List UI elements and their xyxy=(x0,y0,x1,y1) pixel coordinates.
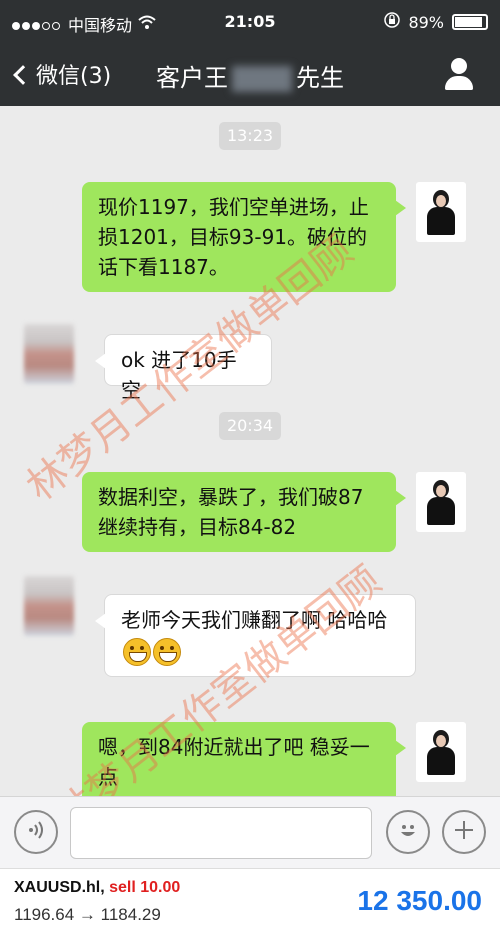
trade-action: sell 10.00 xyxy=(109,879,181,896)
timestamp: 13:23 xyxy=(219,122,281,150)
trade-prices: 1196.64 → 1184.29 xyxy=(14,905,161,924)
message-bubble-outgoing[interactable]: 数据利空，暴跌了，我们破87继续持有，目标84-82 xyxy=(82,472,406,552)
self-avatar[interactable] xyxy=(416,722,466,782)
grin-emoji-icon xyxy=(123,637,151,666)
contact-profile-icon[interactable] xyxy=(444,58,474,90)
plus-icon xyxy=(453,819,475,845)
trade-ticker: XAUUSD.hl, sell 10.00 1196.64 → 1184.29 … xyxy=(0,868,500,936)
trade-profit: 12 350.00 xyxy=(357,885,482,916)
voice-button[interactable] xyxy=(14,810,58,854)
self-avatar[interactable] xyxy=(416,182,466,242)
message-input[interactable] xyxy=(70,807,372,859)
status-bar: 中国移动 21:05 89% xyxy=(0,0,500,44)
battery-group: 89% xyxy=(384,12,488,32)
emoji-icon xyxy=(395,817,421,847)
battery-percent: 89% xyxy=(408,12,444,32)
message-bubble-outgoing[interactable]: 嗯，到84附近就出了吧 稳妥一点 xyxy=(82,722,406,796)
message-bubble-incoming[interactable]: 老师今天我们赚翻了啊 哈哈哈 xyxy=(95,594,416,677)
nav-bar: 微信(3) 客户王 先生 xyxy=(0,44,500,106)
title-prefix: 客户王 xyxy=(156,64,228,92)
contact-avatar[interactable] xyxy=(24,576,74,636)
message-text: 老师今天我们赚翻了啊 哈哈哈 xyxy=(121,608,388,632)
title-suffix: 先生 xyxy=(296,64,344,92)
message-bubble-outgoing[interactable]: 现价1197，我们空单进场，止损1201，目标93-91。破位的话下看1187。 xyxy=(82,182,406,292)
timestamp: 20:34 xyxy=(219,412,281,440)
plus-button[interactable] xyxy=(442,810,486,854)
self-avatar[interactable] xyxy=(416,472,466,532)
voice-icon xyxy=(26,820,46,844)
blurred-name xyxy=(232,66,292,92)
chat-area[interactable]: 13:23 现价1197，我们空单进场，止损1201，目标93-91。破位的话下… xyxy=(0,106,500,796)
trade-symbol-line: XAUUSD.hl, sell 10.00 xyxy=(14,879,180,897)
rotation-lock-icon xyxy=(384,12,401,32)
trade-symbol: XAUUSD.hl, xyxy=(14,879,105,896)
input-bar xyxy=(0,796,500,868)
contact-avatar[interactable] xyxy=(24,324,74,384)
grin-emoji-icon xyxy=(153,637,181,666)
message-bubble-incoming[interactable]: ok 进了10手空 xyxy=(95,334,272,402)
emoji-button[interactable] xyxy=(386,810,430,854)
chat-title: 客户王 先生 xyxy=(0,58,500,93)
battery-icon xyxy=(452,14,488,30)
